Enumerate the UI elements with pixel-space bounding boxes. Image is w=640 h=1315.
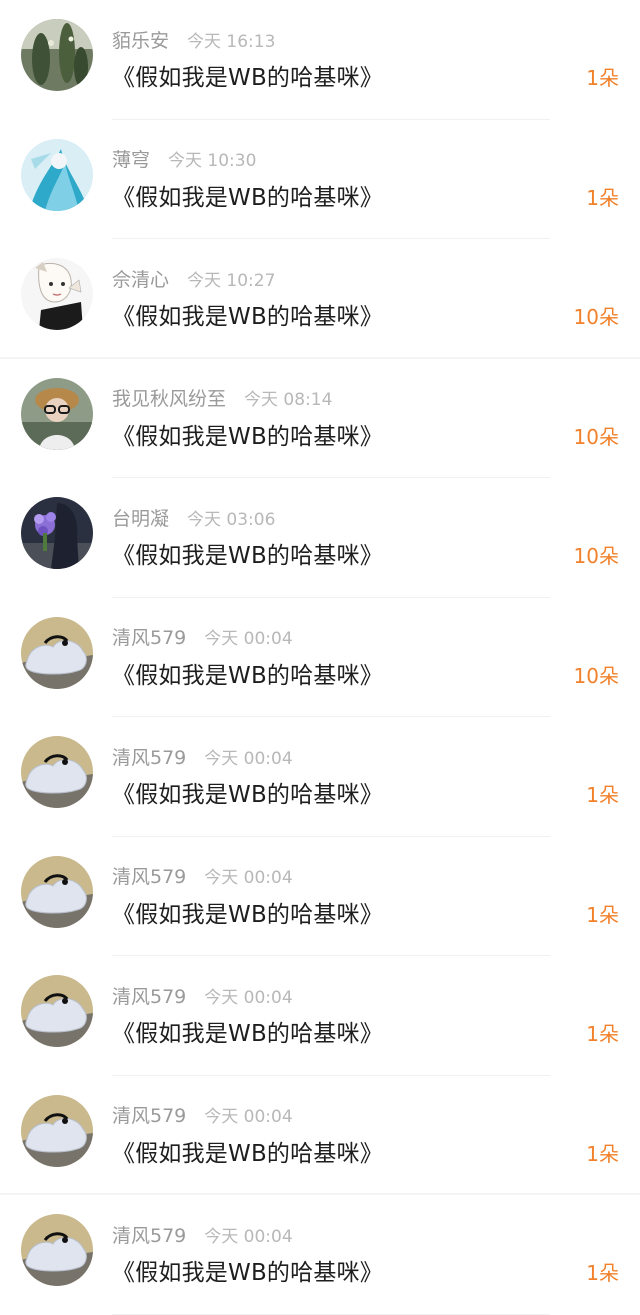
flower-count: 1朵 bbox=[586, 185, 619, 210]
list-item[interactable]: 我见秋风纷至 今天 08:14 《假如我是WB的哈基咪》 10朵 bbox=[0, 359, 640, 479]
list-item[interactable]: 清风579 今天 00:04 《假如我是WB的哈基咪》 1朵 bbox=[0, 837, 640, 957]
user-avatar[interactable] bbox=[21, 975, 93, 1047]
gift-title: 《假如我是WB的哈基咪》 bbox=[112, 184, 383, 211]
username[interactable]: 清风579 bbox=[112, 982, 186, 1009]
gift-title: 《假如我是WB的哈基咪》 bbox=[112, 662, 383, 689]
list-item[interactable]: 清风579 今天 00:04 《假如我是WB的哈基咪》 1朵 bbox=[0, 956, 640, 1076]
list-item[interactable]: 清风579 今天 00:04 《假如我是WB的哈基咪》 1朵 bbox=[0, 717, 640, 837]
user-avatar[interactable] bbox=[21, 19, 93, 91]
flower-count: 1朵 bbox=[586, 1261, 619, 1285]
gift-title: 《假如我是WB的哈基咪》 bbox=[112, 543, 383, 569]
username[interactable]: 我见秋风纷至 bbox=[112, 384, 226, 411]
item-meta: 薄穹 今天 10:30 bbox=[112, 146, 256, 172]
user-avatar[interactable] bbox=[21, 258, 93, 330]
item-meta: 貊乐安 今天 16:13 bbox=[112, 26, 275, 52]
username[interactable]: 佘清心 bbox=[112, 265, 169, 292]
flower-count: 10朵 bbox=[573, 305, 619, 329]
timestamp: 今天 10:30 bbox=[168, 151, 257, 171]
list-item[interactable]: 薄穹 今天 10:30 《假如我是WB的哈基咪》 1朵 bbox=[0, 120, 640, 240]
gift-title: 《假如我是WB的哈基咪》 bbox=[112, 1260, 383, 1286]
gift-title: 《假如我是WB的哈基咪》 bbox=[112, 304, 383, 330]
username[interactable]: 薄穹 bbox=[112, 145, 150, 172]
list-item[interactable]: 清风579 今天 00:04 《假如我是WB的哈基咪》 1朵 bbox=[0, 1076, 640, 1196]
user-avatar[interactable] bbox=[21, 616, 93, 689]
username[interactable]: 清风579 bbox=[112, 743, 186, 770]
user-avatar[interactable] bbox=[21, 1214, 93, 1286]
flower-count: 1朵 bbox=[586, 1022, 619, 1046]
timestamp: 今天 00:04 bbox=[204, 1107, 293, 1127]
item-meta: 清风579 今天 00:04 bbox=[112, 982, 293, 1008]
timestamp: 今天 03:06 bbox=[187, 509, 276, 530]
username[interactable]: 清风579 bbox=[112, 623, 186, 650]
item-meta: 清风579 今天 00:04 bbox=[112, 743, 293, 769]
item-meta: 台明凝 今天 03:06 bbox=[112, 504, 275, 530]
gift-title: 《假如我是WB的哈基咪》 bbox=[112, 1140, 383, 1167]
item-meta: 佘清心 今天 10:27 bbox=[112, 265, 275, 291]
list-item[interactable]: 清风579 今天 00:04 《假如我是WB的哈基咪》 1朵 bbox=[0, 1195, 640, 1315]
item-meta: 我见秋风纷至 今天 08:14 bbox=[112, 385, 332, 411]
timestamp: 今天 00:04 bbox=[204, 629, 293, 649]
list-item[interactable]: 清风579 今天 00:04 《假如我是WB的哈基咪》 10朵 bbox=[0, 598, 640, 718]
username[interactable]: 清风579 bbox=[112, 1101, 186, 1128]
gift-title: 《假如我是WB的哈基咪》 bbox=[112, 423, 383, 450]
user-avatar[interactable] bbox=[21, 377, 93, 450]
gift-title: 《假如我是WB的哈基咪》 bbox=[112, 901, 383, 928]
timestamp: 今天 00:04 bbox=[204, 748, 293, 769]
user-avatar[interactable] bbox=[21, 497, 93, 569]
timestamp: 今天 00:04 bbox=[204, 987, 293, 1008]
user-avatar[interactable] bbox=[21, 736, 93, 808]
username[interactable]: 貊乐安 bbox=[112, 26, 169, 53]
gift-title: 《假如我是WB的哈基咪》 bbox=[112, 782, 383, 808]
item-meta: 清风579 今天 00:04 bbox=[112, 863, 293, 889]
user-avatar[interactable] bbox=[21, 1094, 93, 1167]
flower-count: 1朵 bbox=[586, 783, 619, 807]
flower-count: 1朵 bbox=[586, 66, 619, 90]
list-item[interactable]: 佘清心 今天 10:27 《假如我是WB的哈基咪》 10朵 bbox=[0, 239, 640, 359]
username[interactable]: 清风579 bbox=[112, 862, 186, 889]
item-meta: 清风579 今天 00:04 bbox=[112, 1102, 293, 1128]
gift-title: 《假如我是WB的哈基咪》 bbox=[112, 1021, 383, 1047]
timestamp: 今天 16:13 bbox=[187, 31, 276, 52]
item-meta: 清风579 今天 00:04 bbox=[112, 1221, 293, 1247]
username[interactable]: 清风579 bbox=[112, 1221, 186, 1248]
flower-count: 1朵 bbox=[586, 1141, 619, 1166]
gift-record-list: 貊乐安 今天 16:13 《假如我是WB的哈基咪》 1朵 薄穹 今天 10:30… bbox=[0, 0, 640, 1315]
user-avatar[interactable] bbox=[21, 138, 93, 211]
list-item[interactable]: 貊乐安 今天 16:13 《假如我是WB的哈基咪》 1朵 bbox=[0, 0, 640, 120]
list-item[interactable]: 台明凝 今天 03:06 《假如我是WB的哈基咪》 10朵 bbox=[0, 478, 640, 598]
flower-count: 1朵 bbox=[586, 902, 619, 927]
timestamp: 今天 08:14 bbox=[244, 390, 333, 410]
gift-title: 《假如我是WB的哈基咪》 bbox=[112, 65, 383, 91]
user-avatar[interactable] bbox=[21, 855, 93, 928]
username[interactable]: 台明凝 bbox=[112, 504, 169, 531]
timestamp: 今天 00:04 bbox=[204, 868, 293, 888]
flower-count: 10朵 bbox=[573, 424, 619, 449]
timestamp: 今天 10:27 bbox=[187, 270, 276, 291]
flower-count: 10朵 bbox=[573, 663, 619, 688]
flower-count: 10朵 bbox=[573, 544, 619, 568]
timestamp: 今天 00:04 bbox=[204, 1226, 293, 1247]
item-meta: 清风579 今天 00:04 bbox=[112, 624, 293, 650]
